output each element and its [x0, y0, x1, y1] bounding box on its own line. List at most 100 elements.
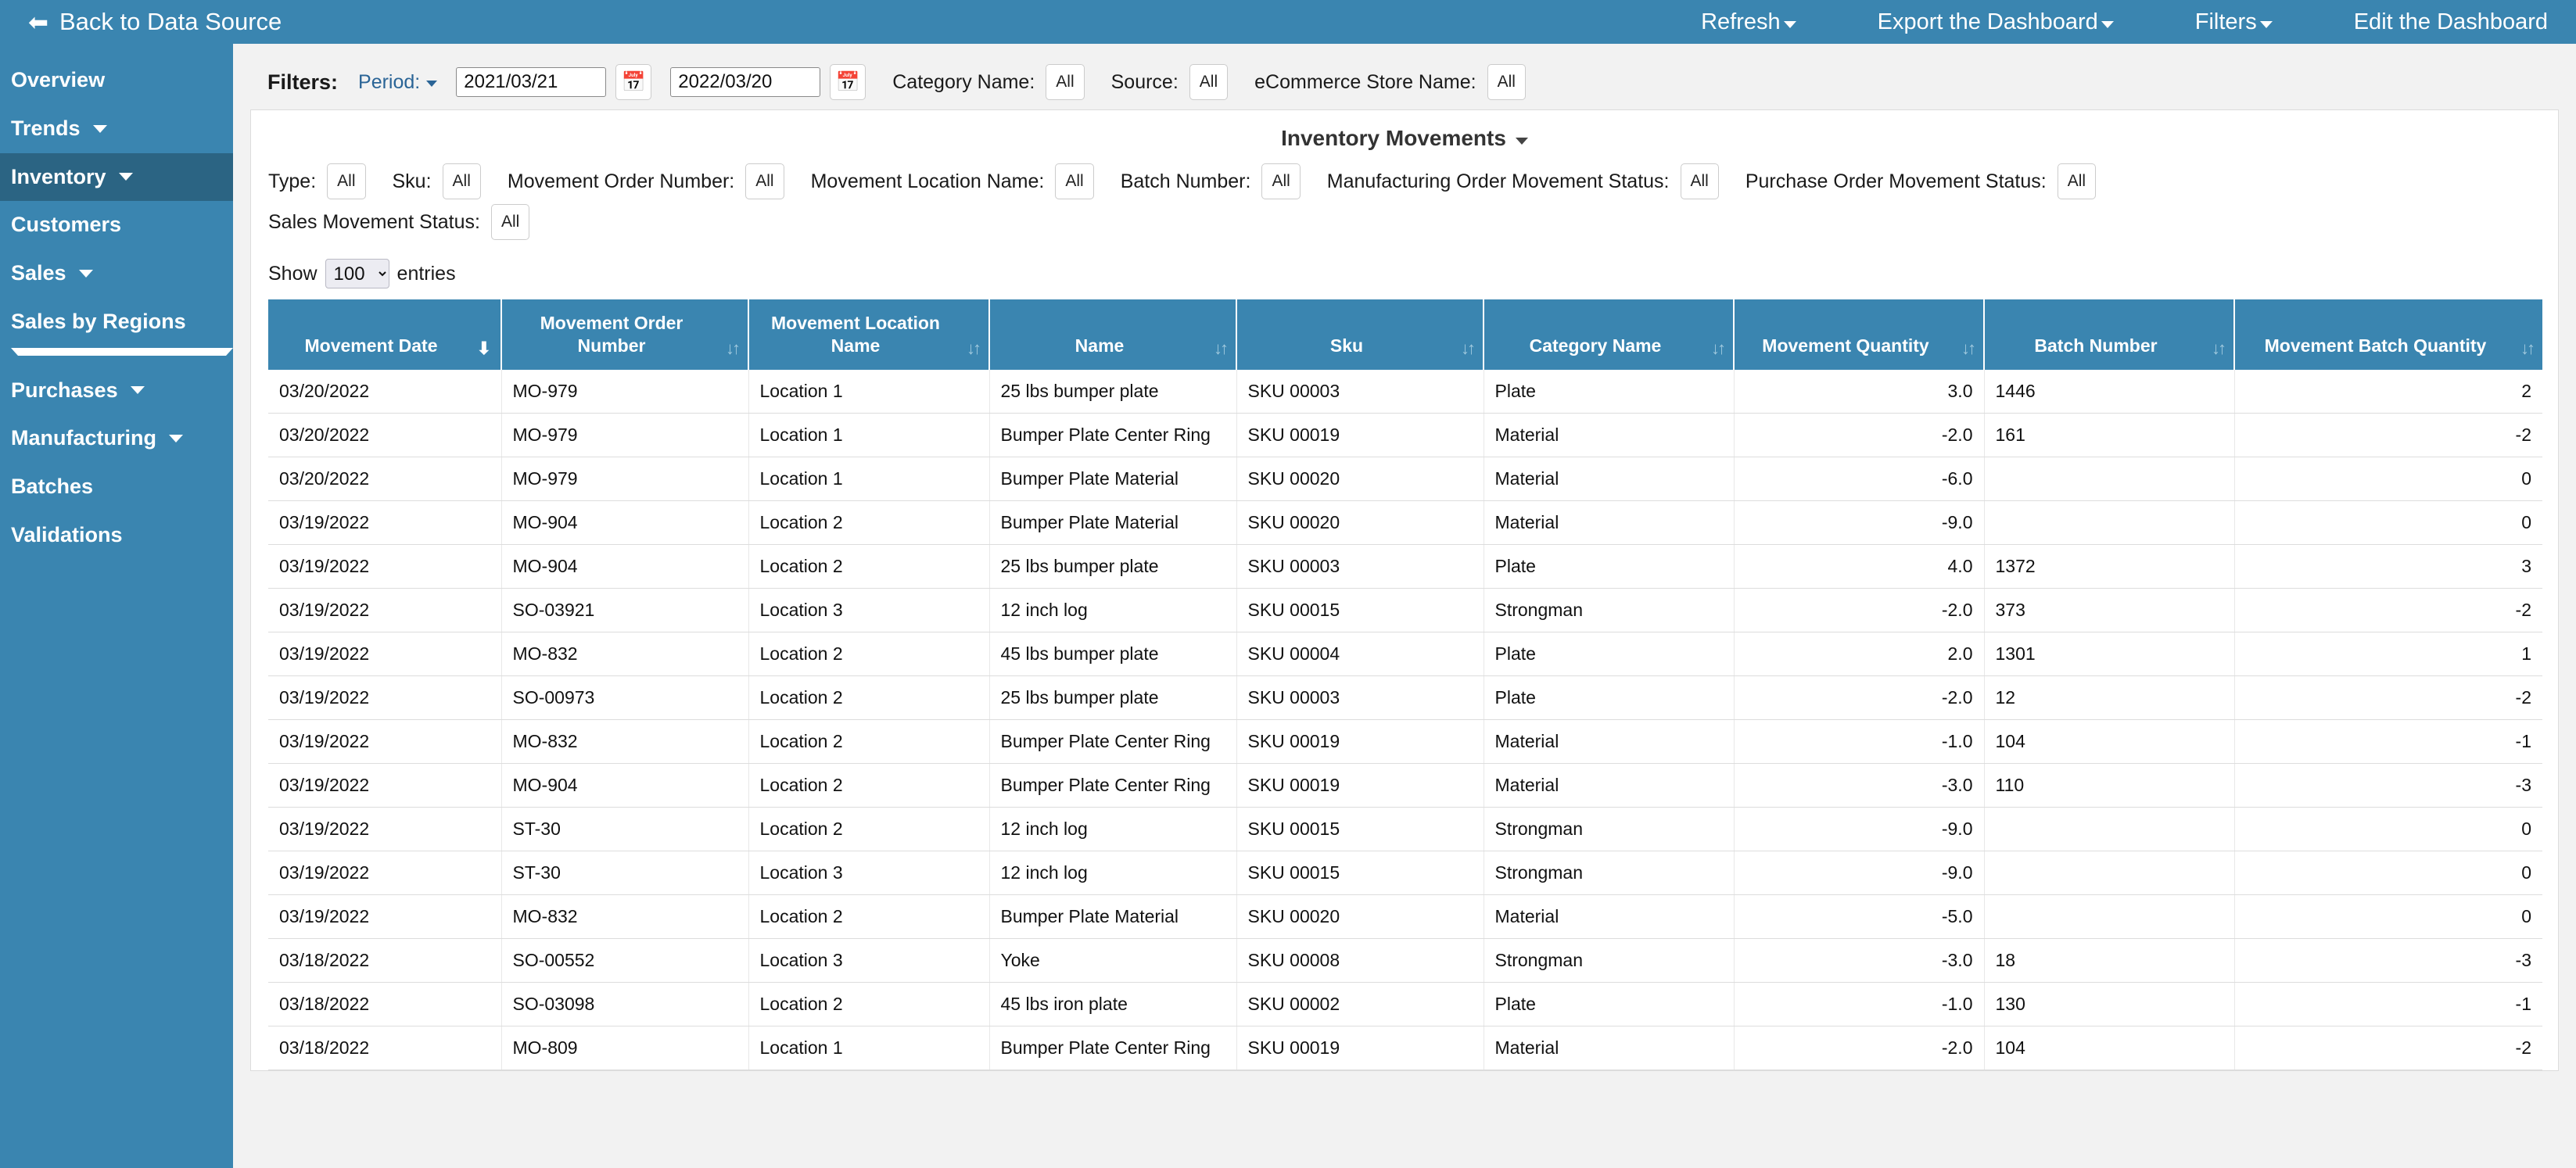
- table-cell: Location 3: [748, 588, 990, 632]
- table-cell: 1372: [1984, 544, 2235, 589]
- table-cell: Location 1: [748, 457, 990, 501]
- table-row[interactable]: 03/20/2022 MO-979 Location 1 25 lbs bumper …: [268, 369, 2542, 414]
- manufacturing-order-movement-status-filter-button[interactable]: All: [1680, 163, 1719, 199]
- movement-location-name-filter-value: All: [1065, 172, 1084, 190]
- column-header-sku[interactable]: Sku ↓↑: [1236, 299, 1484, 370]
- nav-export-dashboard[interactable]: Export the Dashboard: [1878, 9, 2114, 35]
- table-row[interactable]: 03/19/2022 SO-03921 Location 3 12 inch log S…: [268, 588, 2542, 632]
- column-header-label: Name: [1075, 335, 1125, 356]
- column-header-movement-order-number[interactable]: Movement Order Number ↓↑: [501, 299, 749, 370]
- ecommerce-store-name-filter-button[interactable]: All: [1487, 64, 1526, 100]
- column-header-name[interactable]: Name ↓↑: [989, 299, 1237, 370]
- nav-filters[interactable]: Filters: [2195, 9, 2273, 35]
- table-cell: Bumper Plate Material: [989, 500, 1237, 545]
- table-cell: 25 lbs bumper plate: [989, 369, 1237, 414]
- table-cell: Location 2: [748, 675, 990, 720]
- table-row[interactable]: 03/19/2022 MO-832 Location 2 Bumper Plate M…: [268, 894, 2542, 939]
- sidebar-item-label: Validations: [11, 522, 123, 546]
- sidebar-item-sales-by-regions[interactable]: Sales by Regions: [0, 298, 233, 367]
- table-row[interactable]: 03/19/2022 SO-00973 Location 2 25 lbs bumpe…: [268, 675, 2542, 720]
- source-filter-button[interactable]: All: [1189, 64, 1229, 100]
- column-header-movement-location-name[interactable]: Movement Location Name ↓↑: [748, 299, 990, 370]
- table-cell: SKU 00003: [1236, 544, 1484, 589]
- movement-order-number-filter-button[interactable]: All: [745, 163, 784, 199]
- sidebar-item-inventory[interactable]: Inventory: [0, 152, 233, 202]
- table-cell: Material: [1484, 413, 1735, 457]
- table-cell: Location 1: [748, 413, 990, 457]
- table-row[interactable]: 03/20/2022 MO-979 Location 1 Bumper Plate M…: [268, 457, 2542, 501]
- nav-filters-label: Filters: [2194, 9, 2257, 34]
- table-row[interactable]: 03/20/2022 MO-979 Location 1 Bumper Plate C…: [268, 413, 2542, 457]
- date-to-input[interactable]: [670, 67, 821, 97]
- table-cell: SKU 00020: [1236, 457, 1484, 501]
- table-row[interactable]: 03/19/2022 ST-30 Location 2 12 inch log SKU …: [268, 807, 2542, 851]
- category-name-filter-button[interactable]: All: [1046, 64, 1085, 100]
- sales-movement-status-filter-button[interactable]: All: [490, 204, 530, 240]
- table-cell: Plate: [1484, 982, 1735, 1026]
- table-cell: -3.0: [1734, 938, 1985, 983]
- show-entries-select[interactable]: 102550100: [325, 259, 389, 288]
- sku-filter-label: Sku:: [392, 170, 432, 192]
- column-header-category-name[interactable]: Category Name ↓↑: [1484, 299, 1735, 370]
- table-cell: 2.0: [1734, 632, 1985, 676]
- table-cell: 130: [1984, 982, 2235, 1026]
- date-from-calendar-button[interactable]: 📅: [615, 64, 652, 100]
- period-dropdown[interactable]: Period:: [358, 71, 438, 94]
- table-cell: 104: [1984, 719, 2235, 764]
- table-row[interactable]: 03/19/2022 MO-904 Location 2 Bumper Plate M…: [268, 500, 2542, 545]
- purchase-order-movement-status-filter-button[interactable]: All: [2057, 163, 2097, 199]
- sidebar-item-overview[interactable]: Overview: [0, 56, 233, 105]
- table-cell: Bumper Plate Center Ring: [989, 413, 1237, 457]
- column-header-batch-number[interactable]: Batch Number ↓↑: [1984, 299, 2235, 370]
- sidebar-item-label: Overview: [11, 68, 106, 91]
- date-from-input[interactable]: [456, 67, 607, 97]
- batch-number-filter-label: Batch Number:: [1120, 170, 1251, 192]
- table-row[interactable]: 03/19/2022 MO-904 Location 2 25 lbs bumper …: [268, 544, 2542, 589]
- column-header-movement-date[interactable]: Movement Date ⬇: [268, 299, 502, 370]
- table-cell: -9.0: [1734, 807, 1985, 851]
- table-cell: 2: [2234, 369, 2542, 414]
- sidebar-item-label: Batches: [11, 475, 94, 498]
- sidebar-item-customers[interactable]: Customers: [0, 201, 233, 249]
- table-row[interactable]: 03/18/2022 SO-00552 Location 3 Yoke SKU 0000…: [268, 938, 2542, 983]
- sidebar-item-sales[interactable]: Sales: [0, 249, 233, 298]
- back-to-data-source-link[interactable]: ⬅ Back to Data Source: [28, 8, 282, 36]
- sidebar-item-validations[interactable]: Validations: [0, 511, 233, 560]
- date-to-calendar-button[interactable]: 📅: [830, 64, 866, 100]
- table-row[interactable]: 03/18/2022 MO-809 Location 1 Bumper Plate C…: [268, 1026, 2542, 1070]
- table-row[interactable]: 03/18/2022 SO-03098 Location 2 45 lbs iron …: [268, 982, 2542, 1026]
- table-cell: MO-832: [501, 632, 749, 676]
- movement-location-name-filter-button[interactable]: All: [1055, 163, 1094, 199]
- table-row[interactable]: 03/19/2022 ST-30 Location 3 12 inch log SKU …: [268, 851, 2542, 895]
- table-cell: Yoke: [989, 938, 1237, 983]
- top-nav: Refresh Export the Dashboard Filters Edi…: [1701, 9, 2576, 35]
- column-header-movement-batch-quantity[interactable]: Movement Batch Quantity ↓↑: [2234, 299, 2542, 370]
- chevron-down-icon: [1783, 20, 1796, 28]
- type-filter-button[interactable]: All: [327, 163, 366, 199]
- chevron-down-icon: [11, 347, 233, 356]
- table-row[interactable]: 03/19/2022 MO-832 Location 2 45 lbs bumper …: [268, 632, 2542, 676]
- column-header-label: Movement Order Number: [540, 313, 683, 356]
- main-content: Filters: Period: 📅 📅 Category Name: All …: [233, 44, 2576, 1168]
- table-cell: 03/19/2022: [268, 851, 502, 895]
- sidebar-item-purchases[interactable]: Purchases: [0, 367, 233, 415]
- sku-filter-button[interactable]: All: [442, 163, 481, 199]
- nav-export-dashboard-label: Export the Dashboard: [1877, 9, 2098, 34]
- column-header-movement-quantity[interactable]: Movement Quantity ↓↑: [1734, 299, 1985, 370]
- table-row[interactable]: 03/19/2022 MO-904 Location 2 Bumper Plate C…: [268, 763, 2542, 808]
- movement-order-number-filter-value: All: [755, 172, 774, 190]
- table-cell: Bumper Plate Center Ring: [989, 763, 1237, 808]
- sidebar-item-manufacturing[interactable]: Manufacturing: [0, 414, 233, 463]
- manufacturing-order-movement-status-filter-label: Manufacturing Order Movement Status:: [1326, 170, 1670, 192]
- nav-edit-dashboard[interactable]: Edit the Dashboard: [2354, 9, 2548, 35]
- table-cell: -2: [2234, 413, 2542, 457]
- sidebar-item-batches[interactable]: Batches: [0, 463, 233, 511]
- table-row[interactable]: 03/19/2022 MO-832 Location 2 Bumper Plate C…: [268, 719, 2542, 764]
- table-cell: 0: [2234, 807, 2542, 851]
- nav-refresh[interactable]: Refresh: [1701, 9, 1796, 35]
- sidebar-item-trends[interactable]: Trends: [0, 105, 233, 153]
- table-cell: 3.0: [1734, 369, 1985, 414]
- inventory-movements-title[interactable]: Inventory Movements: [251, 110, 2558, 163]
- batch-number-filter-button[interactable]: All: [1261, 163, 1301, 199]
- table-cell: 12 inch log: [989, 807, 1237, 851]
